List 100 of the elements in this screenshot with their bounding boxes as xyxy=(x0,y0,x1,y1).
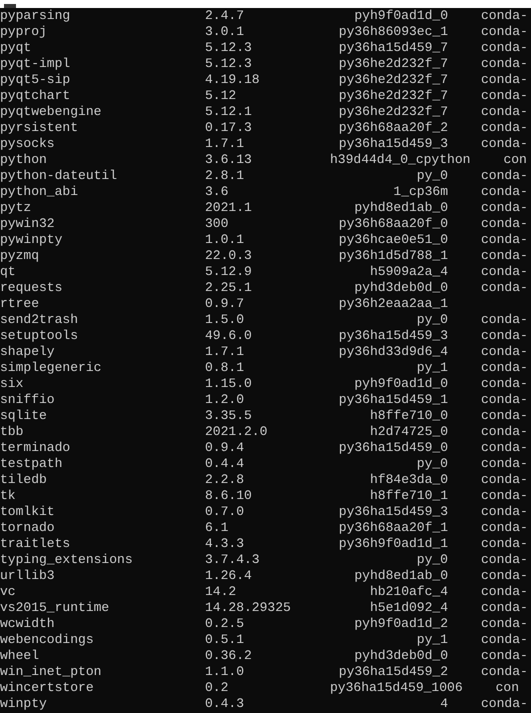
package-build: py36he2d232f_7 xyxy=(338,104,448,120)
package-name: pyparsing xyxy=(0,8,72,24)
package-version: 0.4.4 xyxy=(205,456,246,472)
package-version: 1.1.0 xyxy=(205,664,246,680)
package-build: py_0 xyxy=(416,312,448,328)
package-channel: conda- xyxy=(481,408,528,424)
package-channel: conda- xyxy=(481,56,528,72)
package-version: 8.6.10 xyxy=(205,488,253,504)
package-build: h8ffe710_0 xyxy=(368,408,448,424)
package-name: winpty xyxy=(0,696,48,712)
package-channel: conda- xyxy=(481,584,528,600)
package-channel: conda- xyxy=(481,392,528,408)
package-version: 0.17.3 xyxy=(205,120,253,136)
package-channel: conda- xyxy=(481,568,528,584)
package-version: 2021.1 xyxy=(205,200,253,216)
package-version: 3.6.13 xyxy=(205,152,253,168)
package-version: 2.2.8 xyxy=(205,472,246,488)
package-build: py36h68aa20f_2 xyxy=(338,120,448,136)
package-name: pyqt xyxy=(0,40,32,56)
package-version: 1.7.1 xyxy=(205,344,246,360)
package-build: py36ha15d459_1006 xyxy=(330,680,463,696)
package-version: 4.3.3 xyxy=(205,536,246,552)
package-build: py36ha15d459_2 xyxy=(338,664,448,680)
package-channel: conda- xyxy=(481,600,528,616)
package-channel: conda- xyxy=(481,136,528,152)
package-build: py36ha15d459_7 xyxy=(338,40,448,56)
package-version: 1.26.4 xyxy=(205,568,253,584)
package-build: pyhd8ed1ab_0 xyxy=(353,568,448,584)
package-build: h39d44d4_0_cpython xyxy=(330,152,470,168)
package-name: pyqtchart xyxy=(0,88,72,104)
package-name: sqlite xyxy=(0,408,48,424)
package-channel: conda- xyxy=(481,376,528,392)
package-version: 3.0.1 xyxy=(205,24,246,40)
package-channel: conda- xyxy=(481,472,528,488)
package-channel: conda- xyxy=(481,328,528,344)
package-build: py_0 xyxy=(416,552,448,568)
package-version: 5.12.1 xyxy=(205,104,253,120)
package-name: sniffio xyxy=(0,392,56,408)
package-name: requests xyxy=(0,280,64,296)
package-version: 2.25.1 xyxy=(205,280,253,296)
package-version: 0.5.1 xyxy=(205,632,246,648)
package-name: typing_extensions xyxy=(0,552,134,568)
package-name: pyqtwebengine xyxy=(0,104,102,120)
package-name: tornado xyxy=(0,520,56,536)
package-build: py36h9f0ad1d_1 xyxy=(338,536,448,552)
package-channel: conda- xyxy=(481,520,528,536)
package-name: send2trash xyxy=(0,312,80,328)
package-build: py_0 xyxy=(416,168,448,184)
package-build: pyh9f0ad1d_2 xyxy=(353,616,448,632)
package-channel: conda- xyxy=(481,344,528,360)
package-channel: conda- xyxy=(481,72,528,88)
package-version: 0.7.0 xyxy=(205,504,246,520)
package-name: tk xyxy=(0,488,17,504)
package-name: tbb xyxy=(0,424,24,440)
package-build: py_1 xyxy=(416,632,448,648)
package-name: wincertstore xyxy=(0,680,95,696)
package-build: py36h68aa20f_0 xyxy=(338,216,448,232)
package-build: py36h86093ec_1 xyxy=(338,24,448,40)
package-channel: conda- xyxy=(481,664,528,680)
package-build: py36ha15d459_3 xyxy=(338,328,448,344)
package-channel: conda- xyxy=(481,184,528,200)
package-name: rtree xyxy=(0,296,40,312)
package-channel: conda- xyxy=(481,648,528,664)
package-channel: conda- xyxy=(481,632,528,648)
package-build: h8ffe710_1 xyxy=(368,488,448,504)
package-name: vc xyxy=(0,584,17,600)
package-build: py36ha15d459_3 xyxy=(338,136,448,152)
package-name: wheel xyxy=(0,648,40,664)
package-version: 0.36.2 xyxy=(205,648,253,664)
package-name: vs2015_runtime xyxy=(0,600,110,616)
package-name: testpath xyxy=(0,456,64,472)
package-channel: conda- xyxy=(481,248,528,264)
package-build: py36h2eaa2aa_1 xyxy=(338,296,448,312)
package-name: pytz xyxy=(0,200,32,216)
package-name: setuptools xyxy=(0,328,80,344)
package-channel: conda- xyxy=(481,280,528,296)
package-channel: conda- xyxy=(481,264,528,280)
package-build: py_1 xyxy=(416,360,448,376)
package-name: pyproj xyxy=(0,24,48,40)
package-build: py36h1d5d788_1 xyxy=(338,248,448,264)
package-name: shapely xyxy=(0,344,56,360)
package-build: py36hcae0e51_0 xyxy=(338,232,448,248)
package-name: pysocks xyxy=(0,136,56,152)
package-build: py36he2d232f_7 xyxy=(338,56,448,72)
package-name: pyqt5-sip xyxy=(0,72,72,88)
package-channel: conda- xyxy=(481,456,528,472)
package-channel: conda- xyxy=(481,232,528,248)
package-name: python_abi xyxy=(0,184,80,200)
package-channel: conda- xyxy=(481,488,528,504)
package-name: tomlkit xyxy=(0,504,56,520)
package-version: 4.19.18 xyxy=(205,72,261,88)
package-channel: conda- xyxy=(481,616,528,632)
package-version: 2021.2.0 xyxy=(205,424,268,440)
package-channel: conda- xyxy=(481,88,528,104)
package-name: pywinpty xyxy=(0,232,64,248)
package-channel: conda- xyxy=(481,40,528,56)
package-version: 5.12 xyxy=(205,88,238,104)
package-channel: con xyxy=(503,152,527,168)
package-version: 49.6.0 xyxy=(205,328,253,344)
package-name: python xyxy=(0,152,48,168)
